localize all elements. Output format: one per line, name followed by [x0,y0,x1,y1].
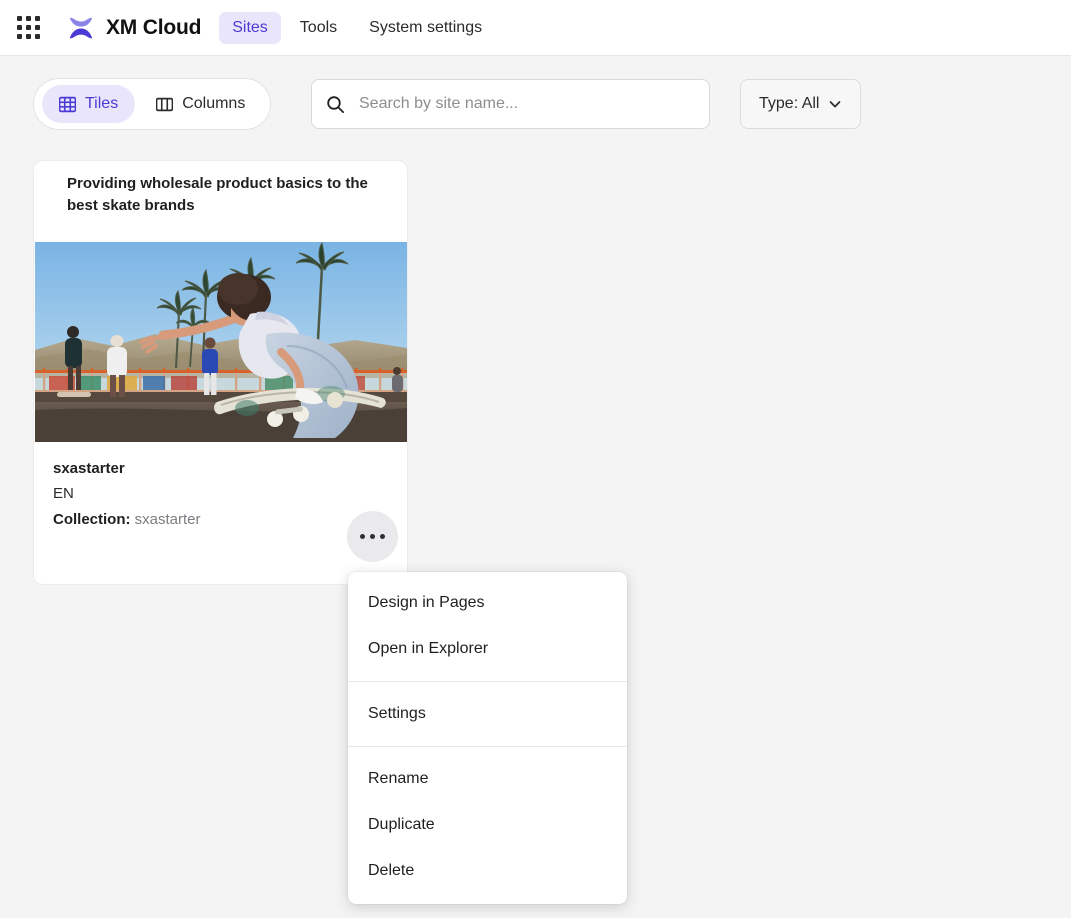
app-grid-dot [34,25,40,30]
site-card-thumbnail [35,242,407,442]
site-collection: Collection: sxastarter [53,507,389,533]
tiles-grid-icon [59,96,76,112]
view-mode-columns-label: Columns [182,95,246,112]
app-grid-dot [25,25,31,30]
menu-divider [348,681,627,682]
site-card-more-button[interactable] [347,511,398,562]
app-grid-dot [34,34,40,39]
site-collection-label: Collection: [53,511,131,528]
columns-icon [156,97,174,111]
view-mode-columns[interactable]: Columns [139,85,262,123]
search-box[interactable] [311,79,710,129]
site-language: EN [53,485,74,502]
site-collection-value: sxastarter [134,511,201,528]
menu-item-delete[interactable]: Delete [348,848,627,894]
sitecore-logo-icon [69,17,93,38]
search-icon [327,95,345,113]
app-grid-dot [25,34,31,39]
ellipsis-icon-dot [370,534,375,539]
site-card-title: Providing wholesale product basics to th… [67,175,368,214]
app-grid-dot [16,34,22,39]
menu-item-open-in-explorer[interactable]: Open in Explorer [348,626,627,672]
app-grid-dot [16,16,22,21]
app-grid-dot [34,16,40,21]
view-mode-tiles[interactable]: Tiles [42,85,136,123]
site-name: sxastarter [53,460,125,477]
sites-toolbar: Tiles Columns Type: All [0,76,1071,132]
main-nav: Sites Tools System settings [219,11,495,44]
ellipsis-icon-dot [380,534,385,539]
menu-divider [348,746,627,747]
search-input[interactable] [359,95,689,113]
menu-item-duplicate[interactable]: Duplicate [348,802,627,848]
app-grid-icon[interactable] [12,12,44,44]
app-grid-dot [25,16,31,21]
menu-item-rename[interactable]: Rename [348,756,627,802]
app-grid-dot [16,25,22,30]
app-title: XM Cloud [106,15,202,39]
type-filter-dropdown[interactable]: Type: All [740,79,862,129]
menu-item-settings[interactable]: Settings [348,691,627,737]
site-context-menu: Design in Pages Open in Explorer Setting… [348,572,627,904]
type-filter-label: Type: All [759,95,820,112]
chevron-down-icon [830,101,841,108]
view-mode-toggle: Tiles Columns [33,78,272,130]
app-header: XM Cloud Sites Tools System settings [0,0,1071,56]
nav-item-sites[interactable]: Sites [219,11,281,44]
view-mode-tiles-label: Tiles [85,95,119,112]
nav-item-system-settings[interactable]: System settings [356,12,495,44]
menu-item-design-in-pages[interactable]: Design in Pages [348,580,627,626]
skatepark-photo [35,242,407,442]
ellipsis-icon-dot [360,534,365,539]
nav-item-tools[interactable]: Tools [287,12,350,44]
brand-home-link[interactable]: XM Cloud [66,13,201,43]
